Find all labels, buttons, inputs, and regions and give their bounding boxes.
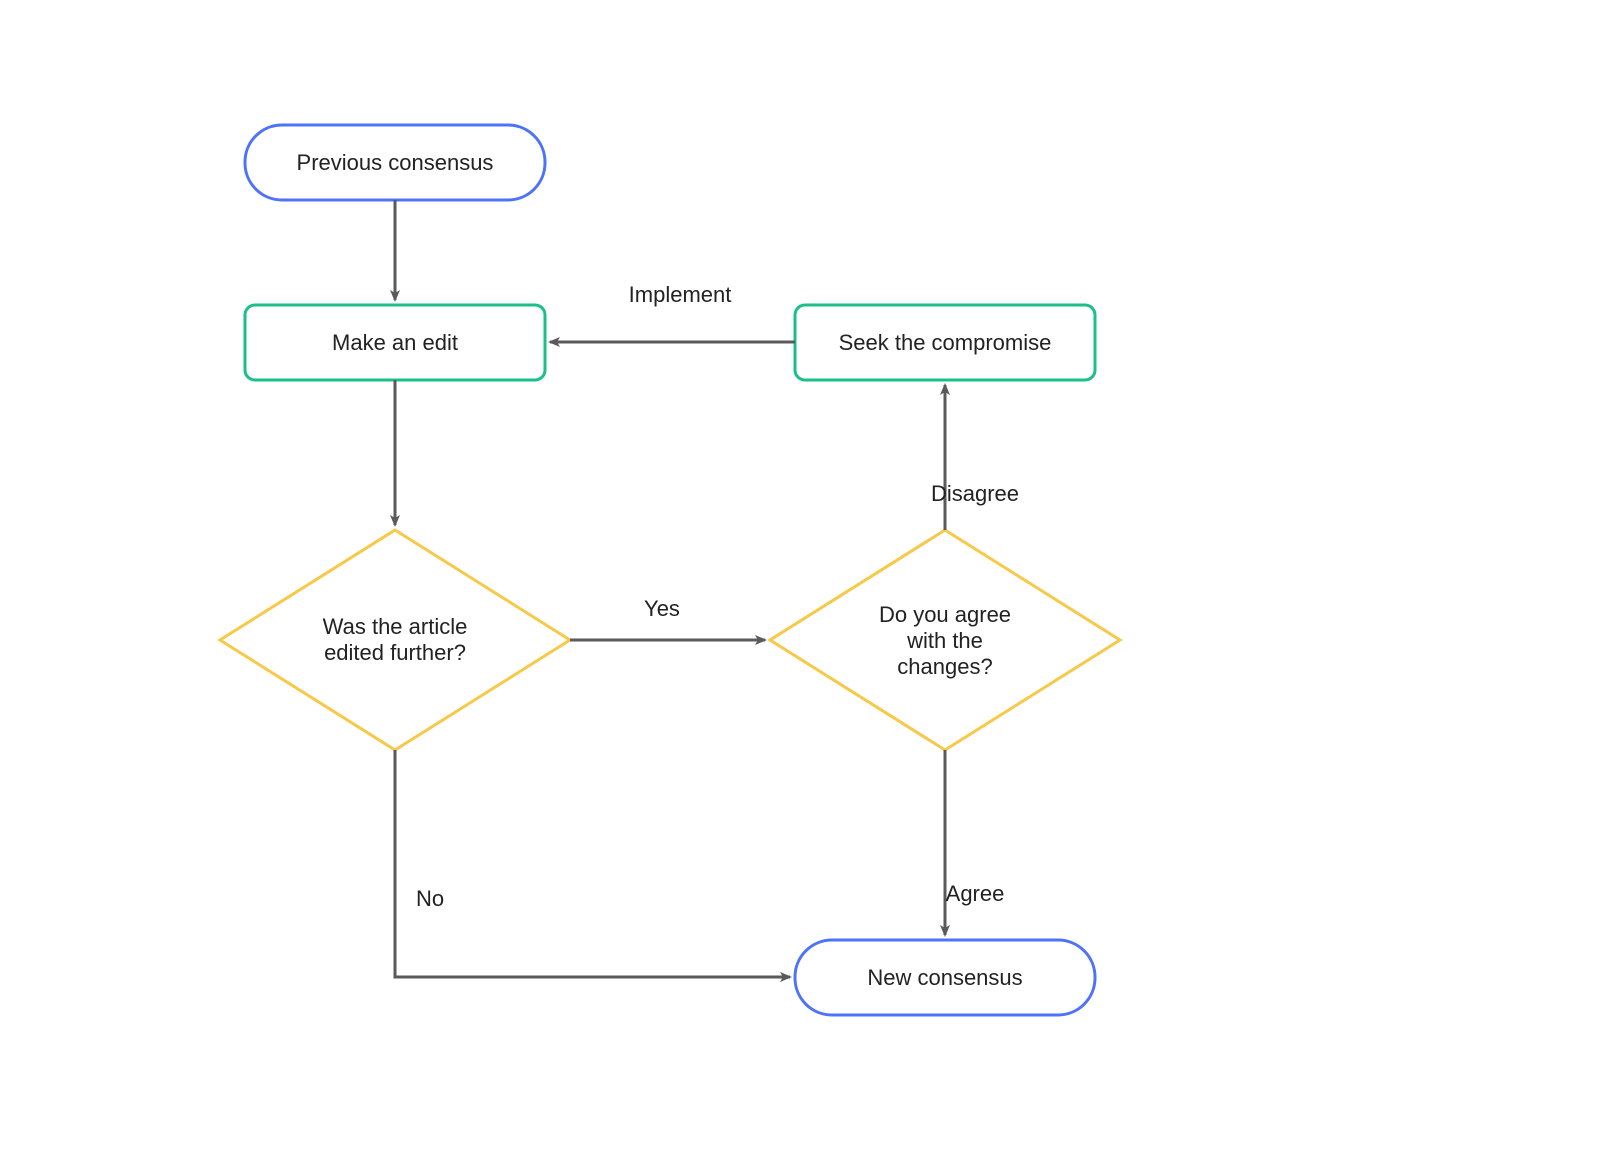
node-make-edit: Make an edit bbox=[245, 305, 545, 380]
node-edited-further-label-2: edited further? bbox=[324, 640, 466, 665]
edge-agree-agree: Agree bbox=[945, 750, 1004, 935]
edge-agree-agree-label: Agree bbox=[946, 881, 1005, 906]
node-make-edit-label: Make an edit bbox=[332, 330, 458, 355]
node-agree-changes: Do you agree with the changes? bbox=[770, 530, 1120, 750]
node-seek-compromise: Seek the compromise bbox=[795, 305, 1095, 380]
edge-seek-to-edit: Implement bbox=[550, 282, 795, 342]
node-agree-changes-label-3: changes? bbox=[897, 654, 992, 679]
edge-edited-no-label: No bbox=[416, 886, 444, 911]
node-agree-changes-label-1: Do you agree bbox=[879, 602, 1011, 627]
node-edited-further: Was the article edited further? bbox=[220, 530, 570, 750]
node-previous-consensus-label: Previous consensus bbox=[297, 150, 494, 175]
edge-edited-yes: Yes bbox=[570, 596, 765, 640]
node-new-consensus: New consensus bbox=[795, 940, 1095, 1015]
edge-seek-to-edit-label: Implement bbox=[629, 282, 732, 307]
edge-agree-disagree: Disagree bbox=[931, 385, 1019, 530]
node-previous-consensus: Previous consensus bbox=[245, 125, 545, 200]
edge-agree-disagree-label: Disagree bbox=[931, 481, 1019, 506]
edge-edited-yes-label: Yes bbox=[644, 596, 680, 621]
node-edited-further-label-1: Was the article bbox=[323, 614, 468, 639]
node-agree-changes-label-2: with the bbox=[906, 628, 983, 653]
node-seek-compromise-label: Seek the compromise bbox=[839, 330, 1052, 355]
node-new-consensus-label: New consensus bbox=[867, 965, 1022, 990]
edge-edited-no: No bbox=[395, 750, 790, 977]
flowchart-canvas: Previous consensus Make an edit Seek the… bbox=[0, 0, 1624, 1160]
